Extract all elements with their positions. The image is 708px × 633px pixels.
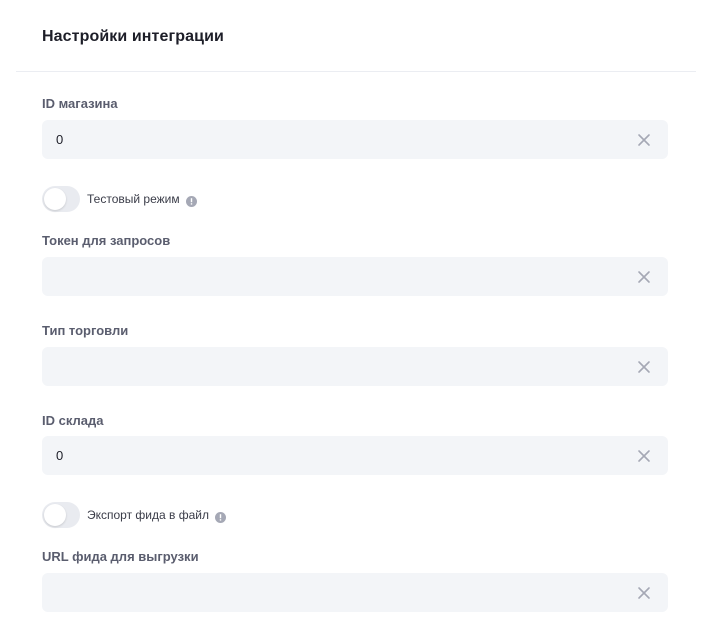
shop-id-input[interactable]	[42, 120, 622, 159]
shop-id-field-container	[42, 120, 668, 159]
feed-export-row: Экспорт фида в файл	[42, 502, 226, 528]
feed-url-input[interactable]	[42, 573, 622, 612]
feed-export-toggle[interactable]	[42, 502, 80, 528]
token-field-container	[42, 257, 668, 296]
trade-type-label: Тип торговли	[42, 323, 129, 338]
feed-url-field-container	[42, 573, 668, 612]
toggle-knob	[44, 188, 66, 210]
token-input[interactable]	[42, 257, 622, 296]
info-icon[interactable]	[185, 194, 197, 207]
close-icon[interactable]	[637, 586, 651, 600]
close-icon[interactable]	[637, 133, 651, 147]
toggle-knob	[44, 504, 66, 526]
token-label: Токен для запросов	[42, 233, 171, 248]
test-mode-row: Тестовый режим	[42, 186, 197, 212]
shop-id-label: ID магазина	[42, 96, 118, 111]
test-mode-label: Тестовый режим	[87, 192, 180, 206]
warehouse-id-input[interactable]	[42, 436, 622, 475]
header-divider	[16, 71, 696, 72]
test-mode-toggle[interactable]	[42, 186, 80, 212]
trade-type-input[interactable]	[42, 347, 622, 386]
warehouse-id-label: ID склада	[42, 413, 104, 428]
close-icon[interactable]	[637, 360, 651, 374]
info-icon[interactable]	[214, 510, 226, 523]
warehouse-id-field-container	[42, 436, 668, 475]
feed-url-label: URL фида для выгрузки	[42, 549, 199, 564]
feed-export-label: Экспорт фида в файл	[87, 508, 209, 522]
page-title: Настройки интеграции	[42, 28, 224, 45]
integration-settings-panel: Настройки интеграции ID магазина Тестовы…	[0, 0, 708, 633]
close-icon[interactable]	[637, 449, 651, 463]
close-icon[interactable]	[637, 270, 651, 284]
trade-type-field-container	[42, 347, 668, 386]
